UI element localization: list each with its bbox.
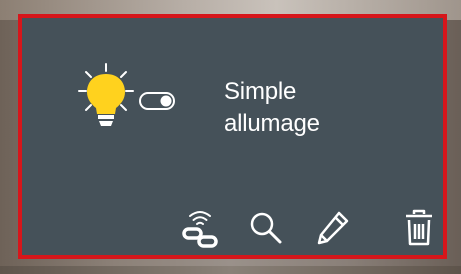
search-button[interactable] xyxy=(246,206,286,250)
trash-icon xyxy=(406,209,432,246)
light-bulb-icon[interactable] xyxy=(76,62,136,134)
wireless-link-button[interactable] xyxy=(180,206,220,250)
device-card[interactable]: Simple allumage xyxy=(18,14,447,259)
delete-button[interactable] xyxy=(399,206,439,250)
search-icon xyxy=(250,212,282,244)
pencil-icon xyxy=(317,211,349,245)
toggle-switch[interactable] xyxy=(139,92,175,110)
device-name: Simple allumage xyxy=(224,76,424,140)
edit-button[interactable] xyxy=(313,206,353,250)
background-bottom xyxy=(0,266,461,274)
device-name-line2: allumage xyxy=(224,110,320,137)
wireless-link-icon xyxy=(182,211,218,248)
device-name-line1: Simple xyxy=(224,78,297,105)
